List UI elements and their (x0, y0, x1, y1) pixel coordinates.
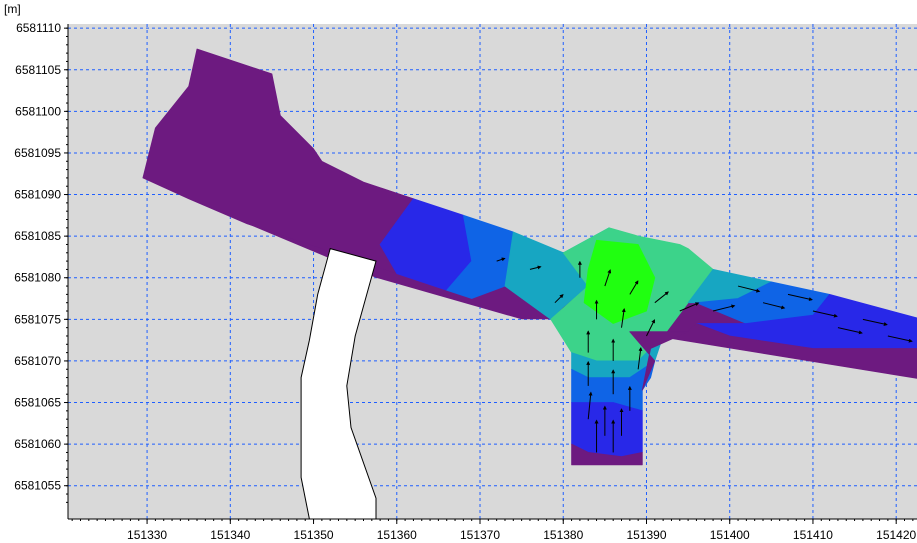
flow-field-chart[interactable]: 6581055 6581060 6581065 6581070 6581075 65810… (0, 0, 917, 543)
x-tick-label: 151410 (793, 528, 833, 542)
y-tick-label: 6581085 (14, 229, 61, 243)
y-tick-label: 6581070 (14, 354, 61, 368)
x-tick-label: 151350 (294, 528, 334, 542)
x-tick-label: 151400 (710, 528, 750, 542)
y-tick-label: 6581080 (14, 271, 61, 285)
y-tick-label: 6581090 (14, 188, 61, 202)
y-tick-label: 6581055 (14, 479, 61, 493)
x-tick-label: 151370 (460, 528, 500, 542)
y-tick-label: 6581060 (14, 437, 61, 451)
x-tick-label: 151360 (377, 528, 417, 542)
contour-region-mid-low (571, 402, 643, 458)
y-tick-label: 6581110 (16, 21, 61, 35)
y-tick-label: 6581065 (14, 396, 61, 410)
y-tick-label: 6581075 (14, 312, 61, 326)
x-tick-label: 151330 (127, 528, 167, 542)
x-tick-label: 151380 (543, 528, 583, 542)
y-tick-label: 6581105 (15, 63, 61, 77)
y-tick-label: 6581100 (15, 104, 61, 118)
x-tick-label: 151420 (876, 528, 916, 542)
x-tick-label: 151390 (626, 528, 666, 542)
x-tick-label: 151340 (210, 528, 250, 542)
y-tick-label: 6581095 (14, 146, 61, 160)
y-unit-label: [m] (4, 2, 21, 16)
